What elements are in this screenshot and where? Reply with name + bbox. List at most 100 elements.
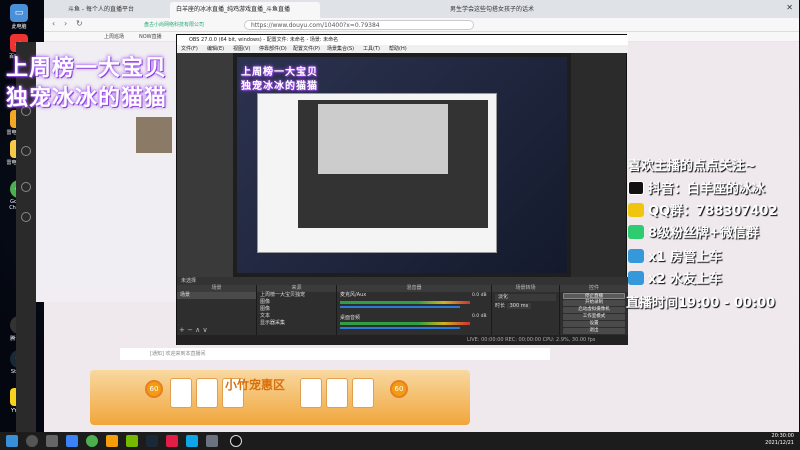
- source-item[interactable]: 图像: [257, 299, 336, 306]
- source-item[interactable]: 文本: [257, 313, 336, 320]
- stop-streaming-button[interactable]: 停止直播: [563, 293, 625, 299]
- close-icon[interactable]: ✕: [786, 3, 793, 12]
- nav-icon[interactable]: [21, 146, 31, 156]
- scene-item[interactable]: 场景: [177, 292, 256, 299]
- menu-file[interactable]: 文件(F): [181, 45, 198, 53]
- menu-scene-collection[interactable]: 场景集合(S): [327, 45, 354, 53]
- qq-icon: [628, 203, 644, 217]
- schedule-text: 直播时间19:00 - 00:00: [626, 296, 776, 311]
- transitions-dock-title: 场景转场: [492, 285, 559, 292]
- clock-time: 20:30:00: [771, 433, 794, 439]
- desktop-icon-this-pc[interactable]: ▭ 此电脑: [3, 4, 35, 30]
- tiktok-icon: [628, 181, 644, 195]
- start-icon[interactable]: [6, 435, 18, 447]
- search-icon[interactable]: [26, 435, 38, 447]
- desktop-db: 0.0 dB: [472, 314, 487, 319]
- sources-dock-title: 来源: [257, 285, 336, 292]
- mixer-dock-title: 混音器: [337, 285, 491, 292]
- wechat-icon: [628, 225, 644, 239]
- obs-menu-bar: 文件(F) 编辑(E) 视图(V) 停靠部件(D) 配置文件(P) 场景集合(S…: [177, 45, 628, 53]
- desktop-volume-slider[interactable]: [340, 327, 460, 329]
- obs-status-bar: LIVE: 00:00:00 REC: 00:00:00 CPU: 2.9%, …: [177, 335, 628, 345]
- steam-icon[interactable]: [146, 435, 158, 447]
- site-name: 盘古小尚网络科技有限公司: [144, 22, 205, 28]
- obs-canvas-background: [177, 53, 233, 277]
- obs-docks: 场景 场景 + − ∧ ∨ 来源 上周榜一大宝贝独宠 图像 图像 文本 显示器采…: [177, 285, 628, 335]
- system-clock[interactable]: 20:30:00 2021/12/21: [765, 433, 794, 447]
- bookmark-item[interactable]: NOW直播: [139, 32, 162, 42]
- nav-icon[interactable]: [21, 212, 31, 222]
- transitions-dock: 场景转场 淡化 时长 300 ms: [492, 285, 560, 335]
- preview-nested-obs: [298, 100, 488, 228]
- menu-profile[interactable]: 配置文件(P): [293, 45, 320, 53]
- gift-item[interactable]: [196, 378, 218, 408]
- back-icon[interactable]: ‹: [52, 19, 55, 28]
- gift-item[interactable]: [300, 378, 322, 408]
- source-item[interactable]: 图像: [257, 306, 336, 313]
- scenes-dock: 场景 场景 + − ∧ ∨: [177, 285, 257, 335]
- preview-nested-browser: [257, 93, 497, 253]
- clock-date: 2021/12/21: [765, 440, 794, 446]
- reload-icon[interactable]: ↻: [76, 19, 83, 28]
- studio-mode-button[interactable]: 工作室模式: [563, 314, 625, 320]
- bookmark-item[interactable]: 上周巡场: [104, 32, 124, 42]
- taskbar-app-icon[interactable]: [66, 435, 78, 447]
- notice-strip: [通知] 欢迎来到本直播间: [120, 348, 550, 360]
- scenes-dock-title: 场景: [177, 285, 256, 292]
- coin-icon[interactable]: 60: [145, 380, 163, 398]
- gift-item[interactable]: [170, 378, 192, 408]
- taskbar-app-icon[interactable]: [166, 435, 178, 447]
- mixer-dock: 混音器 麦克风/Aux 0.0 dB 桌面音频 0.0 dB: [337, 285, 492, 335]
- nvidia-icon[interactable]: [126, 435, 138, 447]
- mixer-channel-name: 桌面音频: [340, 315, 361, 321]
- preview-nested-screen: [318, 104, 448, 174]
- taskbar: 20:30:00 2021/12/21: [0, 432, 800, 450]
- settings-button[interactable]: 设置: [563, 321, 625, 327]
- preview-overlay-line1: 上周榜一大宝贝: [241, 67, 318, 78]
- address-bar: ‹ › ↻ 盘古小尚网络科技有限公司 https://www.douyu.com…: [44, 18, 799, 32]
- menu-docks[interactable]: 停靠部件(D): [259, 45, 287, 53]
- gift-item[interactable]: [352, 378, 374, 408]
- forward-icon[interactable]: ›: [64, 19, 67, 28]
- menu-edit[interactable]: 编辑(E): [207, 45, 224, 53]
- task-view-icon[interactable]: [46, 435, 58, 447]
- start-recording-button[interactable]: 开始录制: [563, 300, 625, 306]
- virtual-camera-button[interactable]: 启动虚拟摄像机: [563, 307, 625, 313]
- browser-tab-active[interactable]: 白羊座的冰冰直播_纯鸡游戏直播_斗鱼直播: [170, 2, 320, 18]
- mic-volume-slider[interactable]: [340, 306, 460, 308]
- preview-content: 上周榜一大宝贝 独宠冰冰的猫猫: [237, 57, 567, 273]
- exit-button[interactable]: 退出: [563, 328, 625, 334]
- menu-view[interactable]: 视图(V): [233, 45, 250, 53]
- browser-tab[interactable]: 男生学会这些勾搭女孩子的话术: [444, 2, 564, 18]
- streamer-thumbnail[interactable]: [136, 117, 172, 153]
- nav-icon[interactable]: [21, 182, 31, 192]
- follow-prompt: 喜欢主播的点点关注~: [628, 159, 756, 174]
- url-input[interactable]: https://www.douyu.com/10400?x=0.79384: [244, 20, 474, 30]
- gift-item[interactable]: [326, 378, 348, 408]
- coin-icon[interactable]: 60: [390, 380, 408, 398]
- scene-controls[interactable]: + − ∧ ∨: [179, 326, 208, 334]
- overlay-item-manager: x1 房管上车: [628, 246, 722, 265]
- overlay-item-qq: QQ群：788307402: [628, 200, 778, 219]
- ticket-icon: [628, 271, 644, 285]
- preview-overlay-line2: 独宠冰冰的猫猫: [241, 81, 318, 92]
- computer-icon: ▭: [10, 4, 28, 22]
- source-item[interactable]: 上周榜一大宝贝独宠: [257, 292, 336, 299]
- obs-preview[interactable]: 上周榜一大宝贝 独宠冰冰的猫猫: [233, 53, 571, 277]
- scene-collection-bar: 未选择: [177, 277, 628, 285]
- gift-title: 小竹宠惠区: [225, 378, 286, 392]
- taskbar-app-icon[interactable]: [206, 435, 218, 447]
- menu-tools[interactable]: 工具(T): [363, 45, 380, 53]
- chrome-icon[interactable]: [86, 435, 98, 447]
- browser-tab[interactable]: 斗鱼 - 每个人的直播平台: [62, 2, 172, 18]
- duration-input[interactable]: 300 ms: [506, 303, 532, 309]
- overlay-item-tiktok: 抖音：白羊座的冰冰: [628, 178, 765, 197]
- folder-icon[interactable]: [106, 435, 118, 447]
- taskbar-app-icon[interactable]: [186, 435, 198, 447]
- source-item[interactable]: 显示器采集: [257, 320, 336, 327]
- transition-select[interactable]: 淡化: [495, 294, 556, 301]
- obs-icon[interactable]: [230, 435, 242, 447]
- overlay-item-fans: x2 水友上车: [628, 268, 722, 287]
- controls-dock-title: 控件: [560, 285, 628, 292]
- menu-help[interactable]: 帮助(H): [389, 45, 407, 53]
